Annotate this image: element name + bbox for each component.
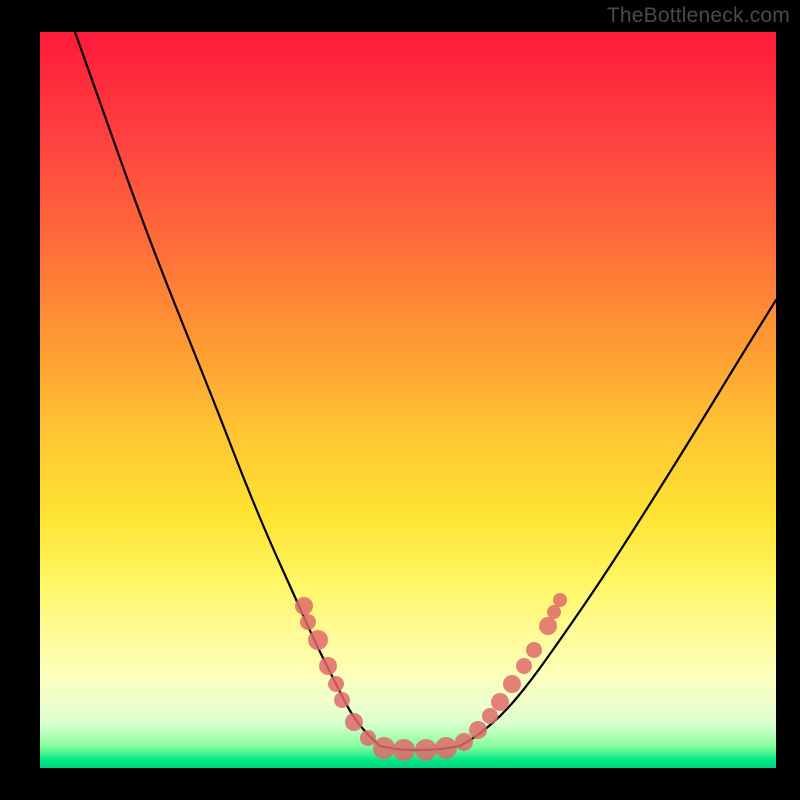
data-point — [373, 737, 395, 759]
data-point — [295, 597, 313, 615]
data-point — [435, 737, 457, 759]
data-point — [482, 708, 498, 724]
data-point — [334, 692, 350, 708]
chart-svg — [40, 32, 776, 768]
data-point — [503, 675, 521, 693]
data-point — [469, 721, 487, 739]
data-point — [539, 617, 557, 635]
chart-frame: TheBottleneck.com — [0, 0, 800, 800]
data-point — [393, 739, 415, 761]
data-point — [300, 614, 316, 630]
data-point — [308, 630, 328, 650]
data-point — [526, 642, 542, 658]
watermark-text: TheBottleneck.com — [607, 4, 790, 28]
data-point — [328, 676, 344, 692]
bottleneck-curve — [75, 32, 776, 750]
data-point — [319, 657, 337, 675]
marker-group — [295, 593, 567, 761]
data-point — [553, 593, 567, 607]
data-point — [547, 605, 561, 619]
data-point — [516, 658, 532, 674]
curve-group — [75, 32, 776, 750]
plot-area — [40, 32, 776, 768]
data-point — [415, 739, 437, 761]
data-point — [345, 713, 363, 731]
data-point — [455, 733, 473, 751]
data-point — [491, 693, 509, 711]
data-point — [360, 730, 376, 746]
